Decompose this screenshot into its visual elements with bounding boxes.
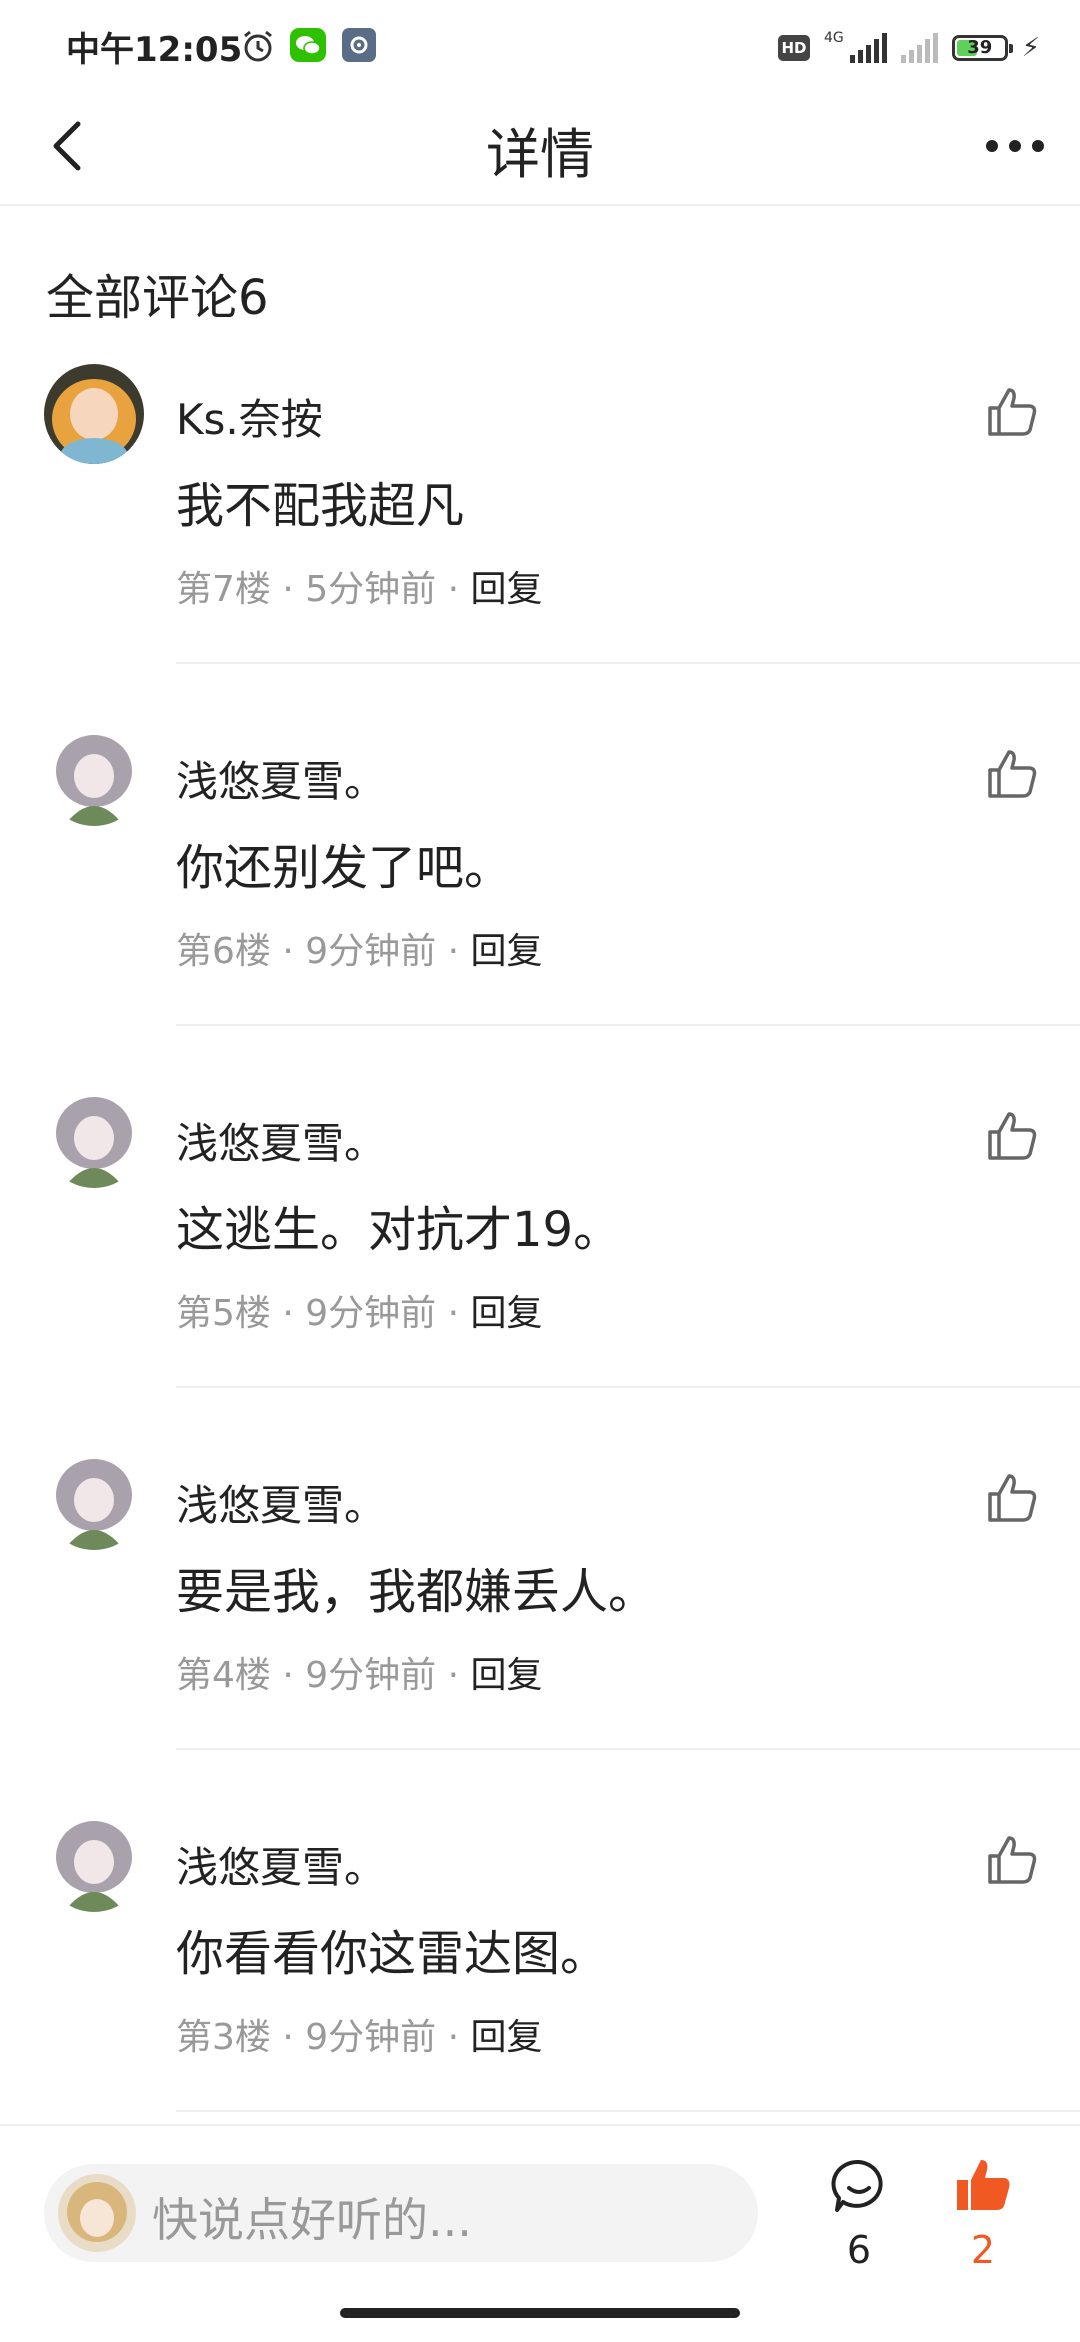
comment-meta: 第3楼 · 9分钟前 · 回复 [176, 2017, 543, 2058]
comment-time: 9分钟前 [305, 1293, 437, 1334]
comment-username[interactable]: 浅悠夏雪。 [176, 748, 386, 809]
alarm-icon [244, 30, 272, 62]
comment-item[interactable]: 浅悠夏雪。 你还别发了吧。 第6楼 · 9分钟前 · 回复 [0, 726, 1080, 1088]
comment-text: 你看看你这雷达图。 [176, 1926, 609, 1982]
thumbs-up-icon[interactable] [984, 1470, 1040, 1526]
comment-meta: 第7楼 · 5分钟前 · 回复 [176, 569, 543, 610]
comment-username[interactable]: 浅悠夏雪。 [176, 1834, 386, 1895]
like-count-button[interactable]: 2 [938, 2156, 1028, 2306]
settings-icon [342, 28, 376, 62]
divider [176, 1024, 1080, 1026]
signal-icon-secondary [900, 33, 938, 63]
avatar[interactable] [44, 1088, 144, 1188]
divider [176, 2110, 1080, 2112]
comments-header: 全部评论6 [46, 270, 269, 326]
avatar[interactable] [44, 1450, 144, 1550]
status-time: 中午12:05 [66, 30, 243, 70]
comment-item[interactable]: Ks.奈按 我不配我超凡 第7楼 · 5分钟前 · 回复 [0, 364, 1080, 726]
comment-floor: 第6楼 [176, 931, 271, 972]
charging-icon: ⚡ [1021, 33, 1040, 63]
comment-username[interactable]: 浅悠夏雪。 [176, 1472, 386, 1533]
comment-item[interactable]: 浅悠夏雪。 你看看你这雷达图。 第3楼 · 9分钟前 · 回复 [0, 1812, 1080, 2174]
divider [176, 1386, 1080, 1388]
comment-text: 这逃生。对抗才19。 [176, 1202, 622, 1258]
comment-text: 你还别发了吧。 [176, 840, 513, 896]
comment-meta: 第4楼 · 9分钟前 · 回复 [176, 1655, 543, 1696]
comment-text: 要是我，我都嫌丢人。 [176, 1564, 657, 1620]
avatar[interactable] [44, 1812, 144, 1912]
more-button[interactable] [980, 114, 1050, 178]
battery-icon: 39 [951, 35, 1013, 61]
hd-icon: HD [777, 35, 810, 61]
like-count: 2 [970, 2228, 996, 2272]
comment-floor: 第5楼 [176, 1293, 271, 1334]
nav-bar: 详情 [0, 92, 1080, 206]
reply-button[interactable]: 回复 [471, 1655, 543, 1696]
comment-bubble-icon [831, 2159, 883, 2212]
thumbs-up-filled-icon [957, 2160, 1010, 2210]
comment-text: 我不配我超凡 [176, 478, 465, 534]
battery-level: 39 [967, 37, 993, 58]
comment-time: 5分钟前 [305, 569, 437, 610]
status-icons: HD 4G 39 ⚡ [777, 30, 1040, 66]
comment-item[interactable]: 浅悠夏雪。 要是我，我都嫌丢人。 第4楼 · 9分钟前 · 回复 [0, 1450, 1080, 1812]
comment-username[interactable]: 浅悠夏雪。 [176, 1110, 386, 1171]
wechat-icon [290, 28, 326, 62]
comment-time: 9分钟前 [305, 2017, 437, 2058]
reply-button[interactable]: 回复 [471, 2017, 543, 2058]
avatar[interactable] [44, 726, 144, 826]
signal-icon [849, 33, 887, 63]
network-type: 4G [823, 30, 844, 46]
avatar[interactable] [44, 364, 144, 464]
comment-meta: 第6楼 · 9分钟前 · 回复 [176, 931, 543, 972]
divider [176, 662, 1080, 664]
comment-item[interactable]: 浅悠夏雪。 这逃生。对抗才19。 第5楼 · 9分钟前 · 回复 [0, 1088, 1080, 1450]
comment-username[interactable]: Ks.奈按 [176, 386, 323, 447]
reply-button[interactable]: 回复 [471, 931, 543, 972]
comment-input-placeholder: 快说点好听的... [152, 2193, 472, 2247]
comment-floor: 第3楼 [176, 2017, 271, 2058]
more-icon [986, 140, 1044, 152]
thumbs-up-icon[interactable] [984, 384, 1040, 440]
page-title: 详情 [486, 123, 594, 186]
thumbs-up-icon[interactable] [984, 1832, 1040, 1888]
reply-button[interactable]: 回复 [471, 569, 543, 610]
home-indicator[interactable] [340, 2308, 740, 2318]
reply-button[interactable]: 回复 [471, 1293, 543, 1334]
comment-floor: 第7楼 [176, 569, 271, 610]
divider [176, 1748, 1080, 1750]
comment-floor: 第4楼 [176, 1655, 271, 1696]
thumbs-up-icon[interactable] [984, 1108, 1040, 1164]
comment-time: 9分钟前 [305, 931, 437, 972]
my-avatar [58, 2174, 136, 2252]
status-bar: 中午12:05 HD 4G 39 ⚡ [0, 0, 1080, 92]
comment-count: 6 [846, 2228, 872, 2272]
thumbs-up-icon[interactable] [984, 746, 1040, 802]
comment-meta: 第5楼 · 9分钟前 · 回复 [176, 1293, 543, 1334]
comment-count-button[interactable]: 6 [814, 2156, 904, 2306]
comment-input[interactable]: 快说点好听的... [44, 2164, 758, 2262]
comment-time: 9分钟前 [305, 1655, 437, 1696]
